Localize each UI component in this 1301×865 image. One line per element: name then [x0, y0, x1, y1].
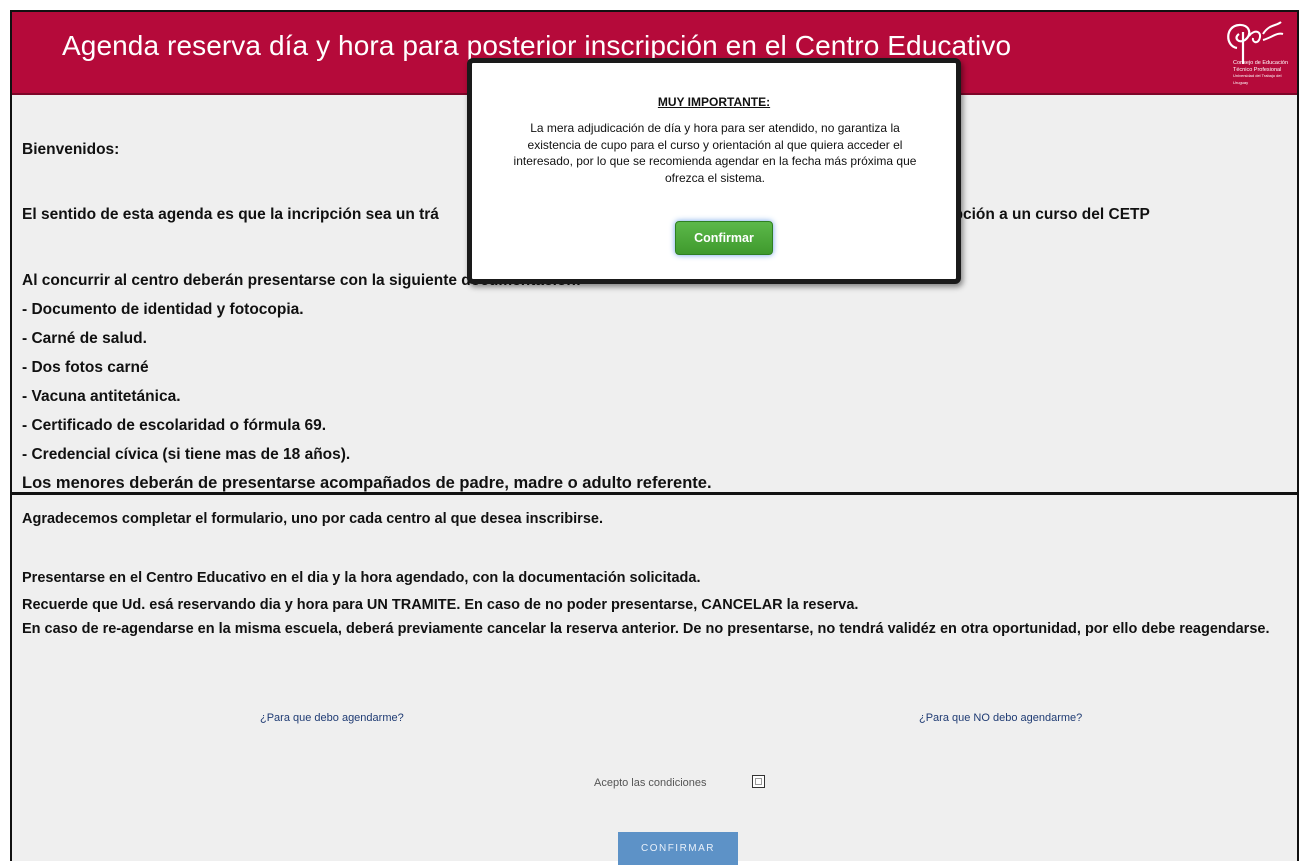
modal-confirm-button[interactable]: Confirmar — [675, 221, 773, 255]
list-item: - Carné de salud. — [22, 330, 147, 347]
important-modal: MUY IMPORTANTE: La mera adjudicación de … — [467, 58, 961, 284]
present-text: Presentarse en el Centro Educativo en el… — [22, 570, 701, 586]
list-item: - Dos fotos carné — [22, 359, 149, 376]
why-not-schedule-link[interactable]: ¿Para que NO debo agendarme? — [919, 712, 1082, 724]
accept-conditions-checkbox[interactable] — [752, 775, 765, 788]
confirm-button[interactable]: CONFIRMAR — [618, 832, 738, 865]
reschedule-text: En caso de re-agendarse en la misma escu… — [22, 621, 1270, 637]
list-item: - Vacuna antitetánica. — [22, 388, 181, 405]
modal-title: MUY IMPORTANTE: — [657, 95, 771, 109]
documents-list: - Documento de identidad y fotocopia. - … — [22, 300, 350, 474]
remember-text: Recuerde que Ud. esá reservando dia y ho… — [22, 597, 859, 613]
logo-mark-icon — [1227, 21, 1284, 64]
modal-body: La mera adjudicación de día y hora para … — [513, 121, 917, 185]
minors-note: Los menores deberán de presentarse acomp… — [22, 474, 712, 492]
form-section: Agradecemos completar el formulario, uno… — [12, 497, 1297, 863]
list-item: - Certificado de escolaridad o fórmula 6… — [22, 417, 327, 434]
accept-conditions-label: Acepto las condiciones — [594, 777, 707, 789]
logo-text: Consejo de Educación Técnico Profesional… — [1233, 60, 1289, 85]
list-item: - Credencial cívica (si tiene mas de 18 … — [22, 446, 351, 463]
thanks-text: Agradecemos completar el formulario, uno… — [22, 511, 603, 527]
list-item: - Documento de identidad y fotocopia. — [22, 301, 304, 318]
welcome-heading: Bienvenidos: — [22, 141, 120, 158]
why-schedule-link[interactable]: ¿Para que debo agendarme? — [260, 712, 404, 724]
